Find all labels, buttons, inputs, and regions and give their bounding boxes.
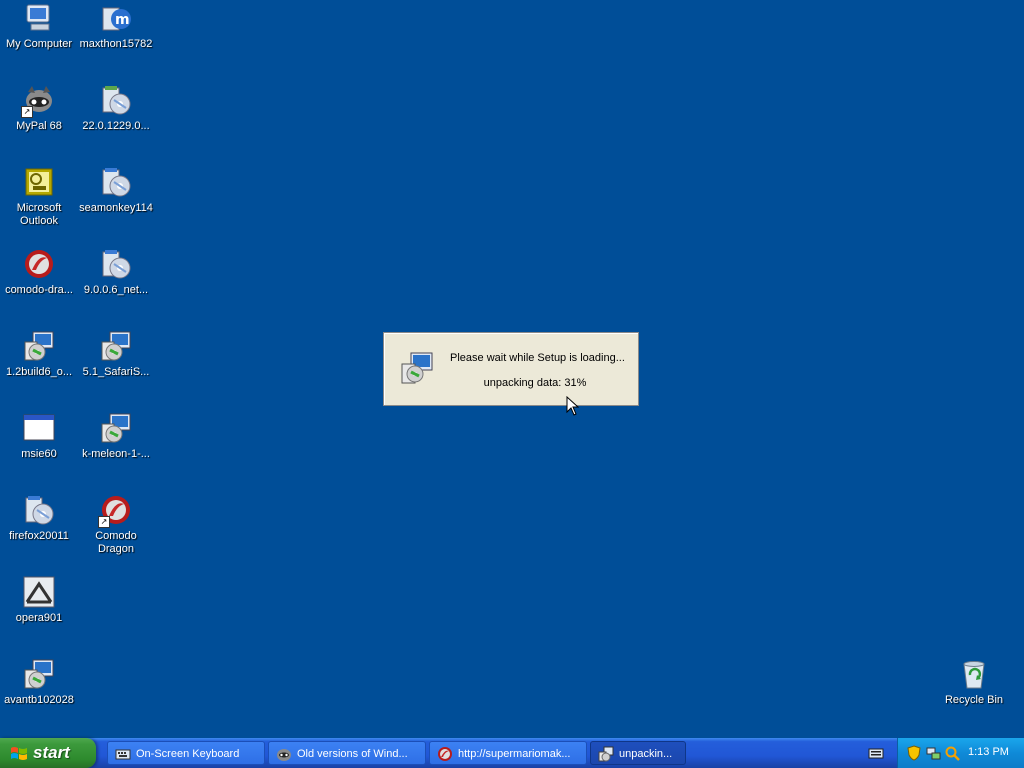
installer-icon <box>23 658 55 690</box>
my-computer-icon <box>23 2 55 34</box>
desktop-icon-label: maxthon15782 <box>79 38 153 50</box>
start-button[interactable]: start <box>0 738 96 768</box>
desktop-icon-label: MyPal 68 <box>16 120 62 132</box>
mouse-cursor-icon <box>566 395 580 416</box>
desktop-icon-label: Recycle Bin <box>944 694 1004 706</box>
raccoon-icon <box>276 746 292 762</box>
security-shield-icon[interactable] <box>906 745 922 761</box>
taskbar-button-label: On-Screen Keyboard <box>136 748 240 760</box>
installer-icon <box>100 330 132 362</box>
desktop-icon-label: comodo-dra... <box>5 284 73 296</box>
svg-text:m: m <box>115 12 130 28</box>
opera-setup-icon <box>23 576 55 608</box>
desktop-icon-label: 22.0.1229.0... <box>82 120 150 132</box>
installer-icon <box>100 412 132 444</box>
window-icon <box>23 412 55 444</box>
desktop-icon-my-computer[interactable]: My Computer <box>0 2 78 51</box>
setup-package-icon <box>23 494 55 526</box>
taskbar-button-label: unpackin... <box>619 748 673 760</box>
windows-flag-icon <box>10 745 28 761</box>
taskbar-button-label: http://supermariomak... <box>458 748 571 760</box>
desktop-icon-seamonkey114[interactable]: seamonkey114 <box>77 166 155 215</box>
desktop-icon-opera901[interactable]: opera901 <box>0 576 78 625</box>
desktop-icon-9-0-0-6-net[interactable]: 9.0.0.6_net... <box>77 248 155 297</box>
taskbar-button-unpacking[interactable]: unpackin... <box>590 741 686 765</box>
desktop-icon-22-0-1229[interactable]: 22.0.1229.0... <box>77 84 155 133</box>
desktop-icon-outlook[interactable]: Microsoft Outlook <box>0 166 78 228</box>
setup-package-icon <box>100 248 132 280</box>
taskbar-button-old-versions[interactable]: Old versions of Wind... <box>268 741 426 765</box>
clock[interactable]: 1:13 PM <box>968 746 1009 758</box>
desktop-icon-label: opera901 <box>15 612 63 624</box>
desktop-icon-label: k-meleon-1-... <box>82 448 150 460</box>
taskbar-button-label: Old versions of Wind... <box>297 748 408 760</box>
keyboard-icon <box>115 746 131 762</box>
comodo-dragon-icon: ↗ <box>98 494 132 528</box>
setup-loading-message: Please wait while Setup is loading... <box>450 352 625 364</box>
desktop-icon-firefox20011[interactable]: firefox20011 <box>0 494 78 543</box>
taskbar-button-on-screen-keyboard[interactable]: On-Screen Keyboard <box>107 741 265 765</box>
desktop-icon-label: msie60 <box>21 448 57 460</box>
system-tray: 1:13 PM <box>897 738 1024 768</box>
desktop-icon-label: 9.0.0.6_net... <box>83 284 149 296</box>
desktop-icon-1-2build6[interactable]: 1.2build6_o... <box>0 330 78 379</box>
start-label: start <box>33 743 70 762</box>
desktop-icon-label: Microsoft Outlook <box>16 202 62 227</box>
shortcut-arrow-icon: ↗ <box>21 106 33 118</box>
setup-loading-dialog: Please wait while Setup is loading... un… <box>383 332 639 406</box>
desktop-icon-msie60[interactable]: msie60 <box>0 412 78 461</box>
desktop-icon-avantb102028[interactable]: avantb102028 <box>0 658 78 707</box>
installer-icon <box>23 330 55 362</box>
desktop-icon-label: My Computer <box>5 38 73 50</box>
desktop-icon-5-1-safari[interactable]: 5.1_SafariS... <box>77 330 155 379</box>
setup-progress-text: unpacking data: 31% <box>483 377 587 389</box>
desktop-icon-recycle-bin[interactable]: Recycle Bin <box>935 658 1013 707</box>
desktop-icon-k-meleon[interactable]: k-meleon-1-... <box>77 412 155 461</box>
comodo-dragon-icon <box>23 248 55 280</box>
desktop-icon-comodo-dragon[interactable]: ↗ Comodo Dragon <box>77 494 155 556</box>
maxthon-setup-icon: m <box>100 2 132 34</box>
desktop-icon-label: 1.2build6_o... <box>5 366 73 378</box>
desktop-icon-mypal[interactable]: ↗ MyPal 68 <box>0 84 78 133</box>
desktop-icon-label: firefox20011 <box>9 530 69 542</box>
installer-icon <box>598 746 614 762</box>
desktop-icon-label: seamonkey114 <box>79 202 153 214</box>
search-icon[interactable] <box>944 745 960 761</box>
setup-package-icon <box>100 166 132 198</box>
desktop-icon-label: 5.1_SafariS... <box>82 366 150 378</box>
setup-package-icon <box>100 84 132 116</box>
raccoon-icon: ↗ <box>21 84 55 118</box>
desktop-icon-maxthon15782[interactable]: m maxthon15782 <box>77 2 155 51</box>
recycle-bin-icon <box>958 658 990 690</box>
taskbar-button-supermariomak[interactable]: http://supermariomak... <box>429 741 587 765</box>
network-icon[interactable] <box>925 745 941 761</box>
desktop-icon-label: avantb102028 <box>4 694 74 706</box>
keyboard-tray-icon[interactable] <box>868 745 884 761</box>
outlook-icon <box>23 166 55 198</box>
shortcut-arrow-icon: ↗ <box>98 516 110 528</box>
desktop-icon-comodo-dra[interactable]: comodo-dra... <box>0 248 78 297</box>
installer-icon <box>400 351 434 385</box>
desktop-icon-label: Comodo Dragon <box>95 530 137 555</box>
comodo-dragon-icon <box>437 746 453 762</box>
